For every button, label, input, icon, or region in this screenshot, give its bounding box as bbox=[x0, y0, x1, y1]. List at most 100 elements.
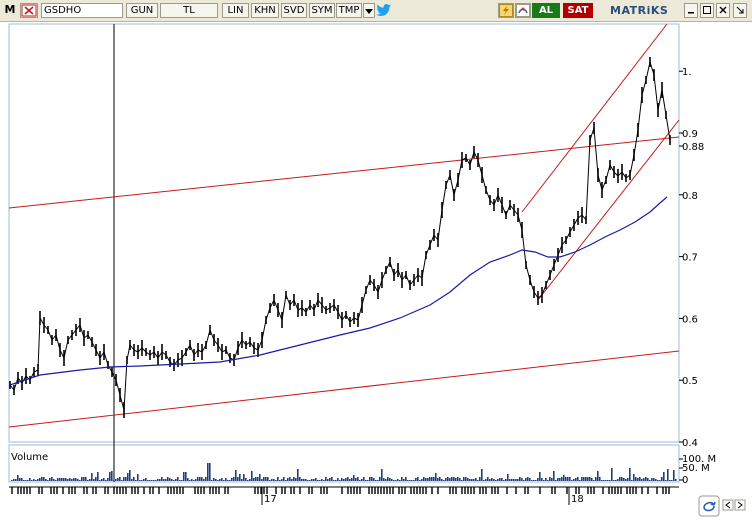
volume-bar bbox=[631, 480, 633, 481]
volume-bar bbox=[609, 480, 611, 481]
volume-bar bbox=[657, 480, 659, 481]
volume-bar bbox=[359, 480, 361, 481]
volume-bar bbox=[461, 480, 463, 481]
volume-bar bbox=[315, 478, 317, 481]
link-icon[interactable] bbox=[515, 3, 531, 18]
volume-bar bbox=[543, 480, 545, 481]
volume-bar bbox=[199, 477, 201, 481]
volume-bar bbox=[365, 480, 367, 481]
volume-bar bbox=[299, 477, 301, 481]
volume-bar bbox=[523, 480, 525, 481]
volume-bar bbox=[429, 477, 431, 481]
volume-bar bbox=[195, 479, 197, 481]
volume-bar bbox=[617, 479, 619, 481]
volume-bar bbox=[237, 477, 239, 481]
volume-bar bbox=[67, 479, 69, 481]
volume-label: Volume bbox=[11, 452, 48, 463]
volume-bar bbox=[381, 469, 383, 481]
volume-bar bbox=[95, 477, 97, 481]
volume-bar bbox=[25, 480, 27, 481]
volume-bar bbox=[549, 477, 551, 481]
volume-bar bbox=[55, 480, 57, 481]
volume-bar bbox=[323, 480, 325, 481]
volume-bar bbox=[151, 480, 153, 481]
linear-scale-button[interactable]: LIN bbox=[222, 3, 249, 18]
volume-bar bbox=[583, 477, 585, 481]
volume-bar bbox=[21, 478, 23, 481]
volume-bar bbox=[459, 478, 461, 481]
volume-bar bbox=[465, 477, 467, 481]
volume-bar bbox=[127, 473, 129, 481]
volume-bar bbox=[247, 480, 249, 481]
volume-bar bbox=[649, 480, 651, 481]
volume-bar bbox=[105, 480, 107, 481]
volume-bar bbox=[633, 474, 635, 481]
volume-bar bbox=[391, 479, 393, 481]
template-dropdown-icon[interactable] bbox=[363, 3, 375, 18]
volume-bar bbox=[93, 479, 95, 481]
volume-bar bbox=[467, 478, 469, 481]
volume-bar bbox=[571, 480, 573, 481]
volume-bar bbox=[335, 480, 337, 481]
volume-bar bbox=[519, 477, 521, 481]
svd-button[interactable]: SVD bbox=[281, 3, 307, 18]
volume-bar bbox=[235, 470, 237, 481]
chart-toolbar: M GSDHO GUN TL LIN KHN SVD SYM TMP AL SA… bbox=[0, 0, 752, 22]
khn-button[interactable]: KHN bbox=[251, 3, 279, 18]
volume-tick-label-1: 50. M bbox=[682, 463, 710, 474]
symbol-close-icon[interactable] bbox=[20, 3, 38, 18]
volume-bar bbox=[327, 479, 329, 481]
volume-bar bbox=[569, 477, 571, 481]
maximize-button[interactable] bbox=[700, 3, 714, 18]
volume-bar bbox=[581, 477, 583, 481]
volume-bar bbox=[559, 478, 561, 481]
volume-bar bbox=[19, 478, 21, 481]
volume-bar bbox=[585, 477, 587, 481]
volume-bar bbox=[517, 479, 519, 481]
volume-bar bbox=[619, 477, 621, 481]
volume-bar bbox=[217, 480, 219, 481]
period-button[interactable]: GUN bbox=[126, 3, 158, 18]
volume-bar bbox=[521, 478, 523, 481]
refresh-icon[interactable] bbox=[498, 3, 514, 18]
volume-bar bbox=[599, 477, 601, 481]
close-button[interactable] bbox=[716, 3, 730, 18]
detach-button[interactable] bbox=[733, 3, 747, 18]
symbol-input[interactable]: GSDHO bbox=[41, 3, 123, 18]
volume-bar bbox=[611, 468, 613, 481]
volume-bar bbox=[15, 479, 17, 481]
template-button[interactable]: TMP bbox=[336, 3, 362, 18]
currency-button[interactable]: TL bbox=[160, 3, 218, 18]
sym-button[interactable]: SYM bbox=[309, 3, 335, 18]
volume-bar bbox=[579, 480, 581, 481]
volume-bar bbox=[167, 477, 169, 481]
volume-bar bbox=[181, 480, 183, 481]
volume-bar bbox=[413, 480, 415, 481]
volume-bar bbox=[169, 478, 171, 481]
volume-bar bbox=[83, 477, 85, 481]
volume-bar bbox=[493, 479, 495, 481]
chart-area[interactable]: Volume 1. 0.9 0.88 0.8 0.7 0.6 0.5 0.4 100. M 50… bbox=[0, 22, 752, 522]
buy-button[interactable]: AL bbox=[532, 3, 560, 18]
volume-bar bbox=[239, 474, 241, 481]
volume-bar bbox=[39, 478, 41, 481]
volume-bar bbox=[65, 478, 67, 481]
volume-bar bbox=[155, 480, 157, 481]
volume-bar bbox=[325, 477, 327, 481]
minimize-button[interactable] bbox=[684, 3, 698, 18]
volume-bar bbox=[437, 478, 439, 481]
volume-bar bbox=[385, 479, 387, 481]
volume-bar bbox=[379, 477, 381, 481]
twitter-icon[interactable] bbox=[376, 3, 392, 18]
volume-bar bbox=[313, 479, 315, 481]
volume-bar bbox=[131, 479, 133, 481]
volume-bar bbox=[153, 480, 155, 481]
volume-bar bbox=[157, 479, 159, 481]
volume-bar bbox=[103, 478, 105, 481]
volume-bar bbox=[557, 478, 559, 481]
sell-button[interactable]: SAT bbox=[563, 3, 593, 18]
volume-bar bbox=[163, 479, 165, 481]
volume-bar bbox=[245, 478, 247, 481]
volume-bar bbox=[37, 479, 39, 481]
volume-bar bbox=[81, 477, 83, 481]
